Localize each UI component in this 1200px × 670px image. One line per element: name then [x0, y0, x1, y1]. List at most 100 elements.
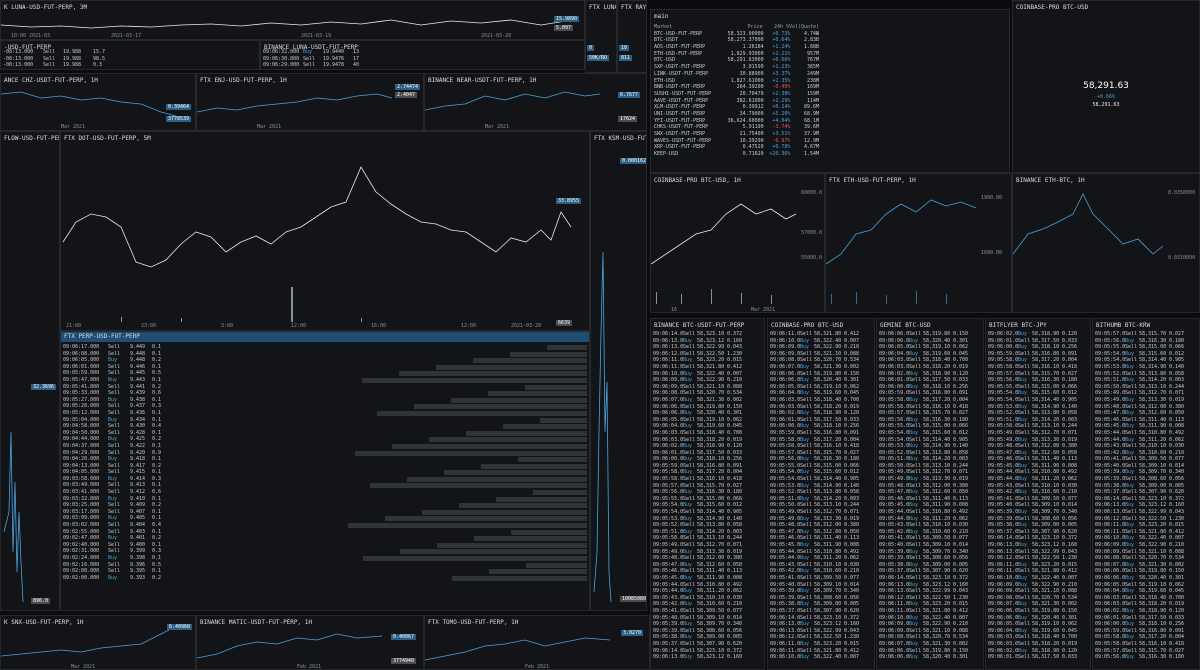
table-cell: Sell [1125, 528, 1138, 535]
table-cell: Buy [683, 502, 693, 509]
luna-3m-chart[interactable]: 10:00 2021-03 2021-03-17 2021-03-19 2021-03… [1, 1, 585, 40]
watchlist-col-header[interactable]: Market [654, 24, 720, 31]
table-cell: 09:05:58.000 [770, 443, 800, 450]
table-cell: 58,309.50 [814, 574, 842, 581]
watchlist-row[interactable]: YFI-USDT-FUT-PERP 36,624.60000 +4.04% 68.1M [654, 118, 819, 125]
watchlist-row[interactable]: LINK-USDT-FUT-PERP 30.88900 +3.37% 249M [654, 71, 819, 78]
table-cell: 58,320.70 [923, 634, 951, 641]
table-cell: 58,313.30 [1139, 396, 1167, 403]
table-cell: 0.043 [1169, 509, 1185, 516]
table-row: 09:02:47.000 Buy 9.401 0.2 [63, 535, 587, 542]
table-row: 09:06:09.000Buy58,322.900.210 [770, 344, 872, 351]
watchlist-row[interactable]: ETH-USD-FUT-PERP 1,829.93000 +2.21% 957M [654, 51, 819, 58]
ethbtc-chart[interactable]: 0.03500000.0310000 [1013, 174, 1200, 313]
table-cell: 0.004 [727, 469, 743, 476]
ftx-eth-chart[interactable]: 1900.001600.00 [826, 174, 1012, 313]
table-cell: 58,322.50 [923, 594, 951, 601]
table-cell: 0.066 [844, 462, 860, 469]
table-cell: 0.015 [1062, 561, 1078, 568]
table-row: 09:05:46.000Sell58,311.400.113 [988, 456, 1088, 463]
table-row: 09:05:45.000Buy58,311.900.008 [1095, 423, 1197, 430]
watchlist-row[interactable]: BTC-USD 58,291.63000 +0.66% 767M [654, 57, 819, 64]
table-row: 09:05:47.000Buy58,312.600.050 [653, 562, 762, 569]
table-cell: 0.019 [1062, 640, 1078, 647]
panel-ftx-eth: FTX ETH-USD-FUT-PERP, 1H 1900.00 1600.00 [825, 173, 1012, 313]
table-row: 09:05:55.000Sell58,315.000.066 [1095, 344, 1197, 351]
table-row: 09:05:40.000Sell58,309.100.014 [879, 542, 981, 549]
watchlist-row[interactable]: WAVES-USDT-FUT-PERP 10.39290 -6.97% 12.9M [654, 138, 819, 145]
watchlist-row[interactable]: BTC-USDT 58,273.37000 +0.64% 2.83B [654, 37, 819, 44]
coinbase-btc-chart[interactable]: 60000.057000.055000.0 16 Mar 2021 [651, 174, 825, 313]
table-cell: Sell [1018, 654, 1031, 661]
watchlist-col-header[interactable]: Price [720, 24, 763, 31]
size-bar [414, 404, 587, 410]
watchlist-cell: 365M [806, 64, 819, 71]
watchlist-row[interactable]: XRP-USDT-FUT-PERP 0.47520 +0.78% 4.67M [654, 144, 819, 151]
table-cell: 09:05:54.000 [988, 396, 1018, 403]
watchlist-col-header[interactable]: Vol(Quote) ▾ [789, 24, 819, 37]
watchlist-row[interactable]: UNI-USDT-FUT-PERP 34.79000 +5.20% 68.9M [654, 111, 819, 118]
table-cell: Sell [909, 363, 922, 370]
watchlist-row[interactable]: BNB-USDT-FUT-PERP 264.39200 -0.49% 169M [654, 84, 819, 91]
table-cell: 09:05:46.000 [770, 535, 800, 542]
table-cell: 9.443 [130, 376, 146, 383]
watchlist-row[interactable]: ADS-USDT-FUT-PERP 1.26184 +1.24% 1.68B [654, 44, 819, 51]
table-cell: 9.439 [130, 390, 146, 397]
watchlist-row[interactable]: SNX-USDT-FUT-PERP 21.75400 +3.51% 37.9M [654, 131, 819, 138]
table-cell: 9.412 [130, 489, 146, 496]
table-cell: Buy [800, 528, 810, 535]
watchlist-row[interactable]: SXP-USDT-FUT-PERP 3.01590 +1.23% 365M [654, 64, 819, 71]
enj-chart[interactable]: Mar 2021 [197, 74, 424, 131]
table-cell: 0.045 [953, 350, 969, 357]
table-cell: Sell [800, 647, 813, 654]
table-cell: 09:06:03.000 [770, 403, 800, 410]
table-cell: 58,313.30 [923, 476, 951, 483]
table-cell: 09:06:10.000 [770, 654, 800, 661]
table-row: 09:06:09.000Sell58,321.100.088 [653, 384, 762, 391]
table-cell: 0.372 [1062, 535, 1078, 542]
table-cell: 58,310.60 [697, 601, 725, 608]
table-cell: 0.210 [844, 344, 860, 351]
table-cell: Buy [800, 542, 810, 548]
dot-chart[interactable]: 21:00 23:00 3:00 12:00 16:00 12:00 2021-03-20 [61, 132, 590, 331]
table-cell: Sell [683, 627, 696, 634]
table-cell: 09:06:06.000 [770, 377, 800, 384]
table-cell: 9.428 [130, 429, 146, 436]
watchlist-cell: +3.51% [772, 131, 791, 137]
size-bar [362, 377, 587, 383]
watchlist-row[interactable]: XLM-USDT-FUT-PERP 0.39912 +0.14% 89.6M [654, 104, 819, 111]
table-row: 09:05:49.000Buy58,313.300.019 [879, 476, 981, 483]
axis-tag: 896.0 [31, 598, 51, 604]
flow-chart[interactable] [1, 132, 60, 611]
table-cell: 09:05:47.000 [1095, 410, 1125, 417]
table-cell: Sell [909, 377, 922, 384]
watchlist-cell: 39.6M [803, 124, 819, 131]
table-cell: 09:04:50.000 [63, 429, 100, 436]
watchlist-row[interactable]: ETH-USD 1,827.61000 +2.35% 238M [654, 78, 819, 85]
table-cell: Sell [1018, 443, 1031, 450]
watchlist-row[interactable]: AAVE-USDT-FUT-PERP 382.61000 +2.29% 114M [654, 98, 819, 105]
size-bar [511, 529, 587, 535]
tomo-chart[interactable]: Feb 2021 [425, 616, 650, 670]
watchlist-col-header[interactable]: 24h % [763, 24, 789, 31]
ksm-chart[interactable] [591, 132, 647, 611]
near-chart[interactable]: Mar 2021 [425, 74, 647, 131]
table-cell: 09:02:55.000 [63, 528, 100, 535]
matic-chart[interactable]: Feb 2021 [197, 616, 424, 670]
watchlist-row[interactable]: SUSHI-USDT-FUT-PERP 20.70470 +2.38% 159M [654, 91, 819, 98]
watchlist-row[interactable]: BTC-USD-FUT-PERP 58,323.00000 +0.73% 4.74B [654, 31, 819, 38]
table-cell: 58,323.20 [814, 640, 842, 647]
table-row: 09:06:09.000Buy58,322.900.210 [1095, 542, 1197, 549]
table-cell: 0.008 [844, 542, 860, 548]
table-cell: 0.412 [1062, 568, 1078, 575]
table-cell: 0.140 [844, 482, 860, 489]
chz-chart[interactable]: Mar 2021 [1, 74, 196, 131]
watchlist-row[interactable]: CHKS-USDT-FUT-PERP 5.91190 -3.74% 39.6M [654, 124, 819, 131]
table-cell: Buy [909, 396, 919, 403]
watchlist-cell: SUSHI-USDT-FUT-PERP [654, 90, 712, 97]
watchlist-row[interactable]: KEEP-USD 0.71620 +20.36% 1.54M [654, 151, 819, 158]
table-row: 09:06:05.000Sell58,319.100.062 [879, 344, 981, 351]
table-cell: 09:05:48.000 [653, 555, 683, 562]
table-cell: 09:05:41.000 [63, 383, 100, 390]
table-cell: Sell [1018, 383, 1031, 390]
